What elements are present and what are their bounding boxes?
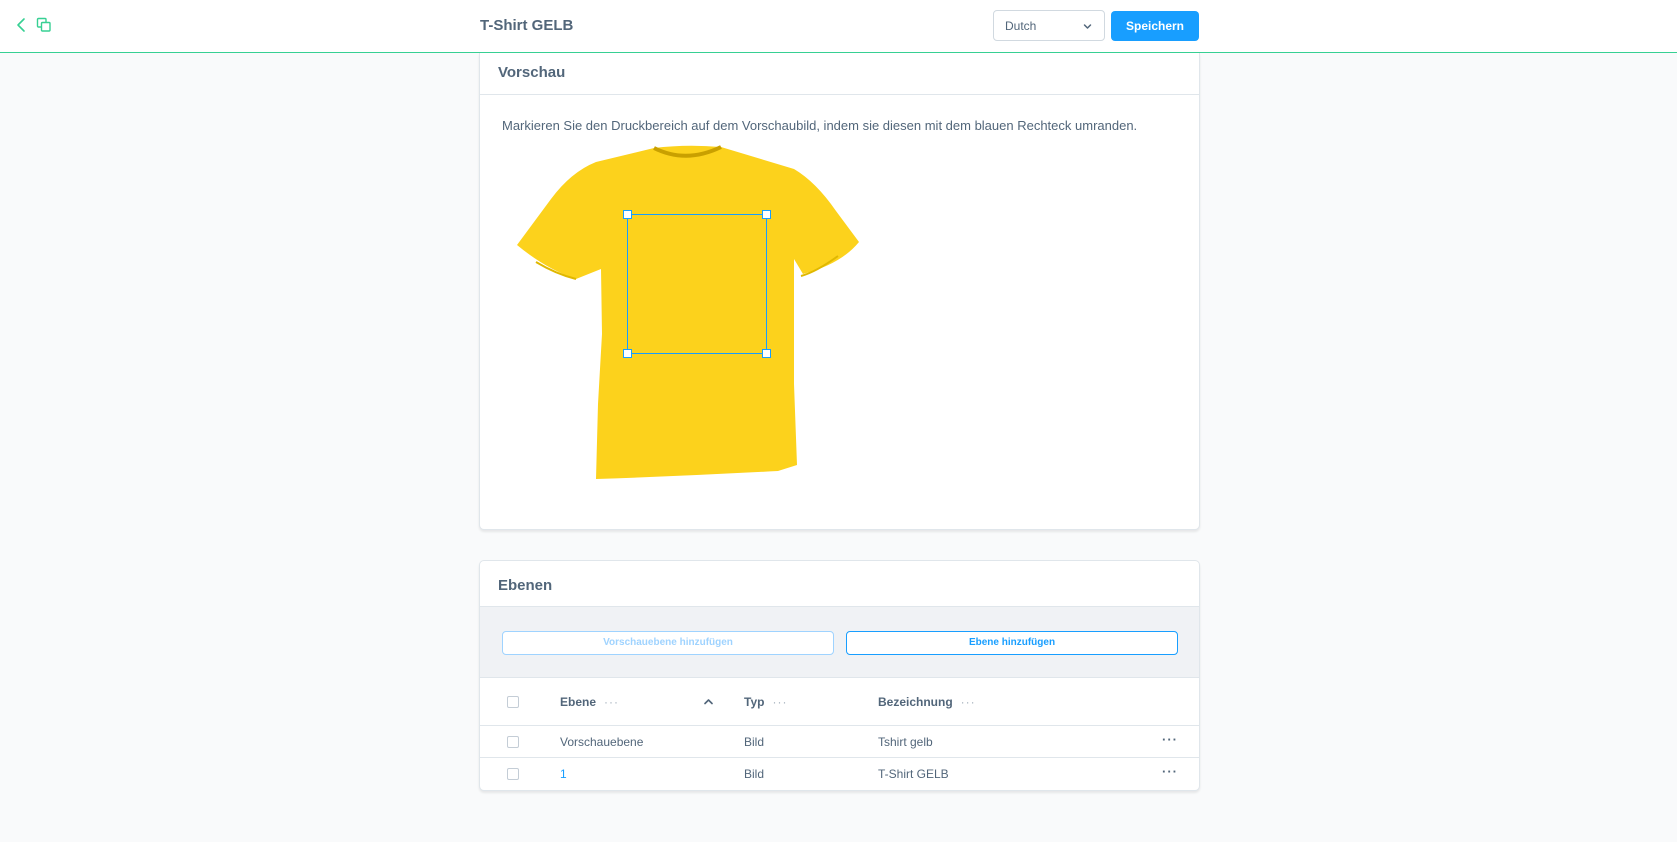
top-bar: T-Shirt GELB Dutch Speichern — [0, 0, 1677, 53]
table-row: 1 Bild T-Shirt GELB ··· — [480, 758, 1199, 790]
table-header: Ebene ··· Typ ··· Bezeichnung ··· — [480, 678, 1199, 726]
duplicate-icon[interactable] — [36, 17, 52, 33]
language-select-value: Dutch — [1005, 19, 1037, 33]
row-context-menu-button[interactable]: ··· — [1162, 732, 1178, 747]
print-area-rectangle[interactable] — [623, 210, 771, 358]
layers-toolbar: Vorschauebene hinzufügen Ebene hinzufüge… — [480, 607, 1199, 678]
layers-table: Ebene ··· Typ ··· Bezeichnung ··· Vorschaue… — [480, 678, 1199, 790]
save-button[interactable]: Speichern — [1111, 11, 1199, 41]
page-title: T-Shirt GELB — [480, 17, 574, 34]
language-select[interactable]: Dutch — [993, 10, 1105, 41]
resize-handle-top-left[interactable] — [623, 210, 632, 219]
column-header-bezeichnung-label: Bezeichnung — [878, 695, 953, 709]
preview-card-title: Vorschau — [480, 53, 1199, 95]
sort-ascending-icon[interactable] — [704, 698, 713, 705]
add-preview-layer-button[interactable]: Vorschauebene hinzufügen — [502, 631, 834, 655]
layers-card: Ebenen Vorschauebene hinzufügen Ebene hi… — [479, 560, 1200, 791]
select-all-checkbox[interactable] — [507, 696, 519, 708]
column-menu-typ[interactable]: ··· — [772, 695, 787, 709]
cell-typ: Bild — [744, 735, 765, 749]
resize-handle-bottom-right[interactable] — [762, 349, 771, 358]
resize-handle-top-right[interactable] — [762, 210, 771, 219]
add-layer-button[interactable]: Ebene hinzufügen — [846, 631, 1178, 655]
row-context-menu-button[interactable]: ··· — [1162, 764, 1178, 779]
back-arrow-icon[interactable] — [14, 16, 30, 34]
preview-hint-text: Markieren Sie den Druckbereich auf dem V… — [502, 118, 1138, 133]
row-checkbox[interactable] — [507, 768, 519, 780]
column-header-ebene[interactable]: Ebene ··· — [560, 695, 619, 709]
cell-bezeichnung: Tshirt gelb — [878, 735, 933, 749]
column-header-typ-label: Typ — [744, 695, 765, 709]
row-checkbox[interactable] — [507, 736, 519, 748]
resize-handle-bottom-left[interactable] — [623, 349, 632, 358]
column-menu-bezeichnung[interactable]: ··· — [961, 695, 976, 709]
cell-typ: Bild — [744, 767, 765, 781]
column-header-ebene-label: Ebene — [560, 695, 597, 709]
tshirt-preview-image — [516, 144, 866, 499]
preview-card: Vorschau Markieren Sie den Druckbereich … — [479, 53, 1200, 530]
layers-card-title: Ebenen — [480, 561, 1199, 607]
chevron-down-icon — [1083, 24, 1092, 29]
column-header-typ[interactable]: Typ ··· — [744, 695, 787, 709]
table-row: Vorschauebene Bild Tshirt gelb ··· — [480, 726, 1199, 758]
cell-ebene-link[interactable]: 1 — [560, 767, 567, 781]
column-header-bezeichnung[interactable]: Bezeichnung ··· — [878, 695, 976, 709]
column-menu-ebene[interactable]: ··· — [604, 695, 619, 709]
cell-ebene: Vorschauebene — [560, 735, 644, 749]
cell-bezeichnung: T-Shirt GELB — [878, 767, 949, 781]
